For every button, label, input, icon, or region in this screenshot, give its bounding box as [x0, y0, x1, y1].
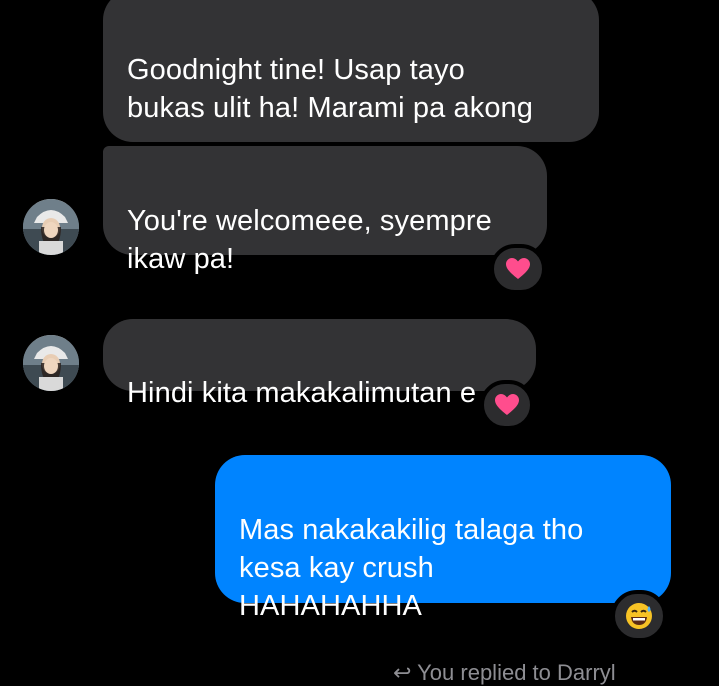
message-text: Mas nakakakilig talaga tho kesa kay crus…: [239, 514, 584, 622]
incoming-message-bubble[interactable]: Goodnight tine! Usap tayo bukas ulit ha!…: [103, 0, 599, 198]
avatar-photo-icon: [23, 335, 79, 391]
heart-reaction[interactable]: [490, 244, 546, 294]
heart-icon: [506, 258, 530, 279]
heart-reaction[interactable]: [480, 380, 534, 430]
avatar-photo-icon: [23, 199, 79, 255]
message-text: Hindi kita makakalimutan e: [127, 377, 477, 409]
grinning-sweat-reaction[interactable]: [611, 590, 667, 642]
reply-notice: ↩ You replied to Darryl: [393, 660, 616, 685]
contact-avatar[interactable]: [23, 335, 79, 391]
message-text: You're welcomeee, syempre ikaw pa!: [127, 205, 492, 275]
contact-avatar[interactable]: [23, 199, 79, 255]
incoming-message-bubble[interactable]: Hindi kita makakalimutan e: [103, 319, 536, 409]
outgoing-message-bubble[interactable]: Mas nakakakilig talaga tho kesa kay crus…: [215, 455, 671, 622]
incoming-message-bubble[interactable]: You're welcomeee, syempre ikaw pa!: [103, 146, 547, 275]
grinning-sweat-emoji-icon: [626, 603, 652, 629]
heart-icon: [495, 394, 519, 415]
